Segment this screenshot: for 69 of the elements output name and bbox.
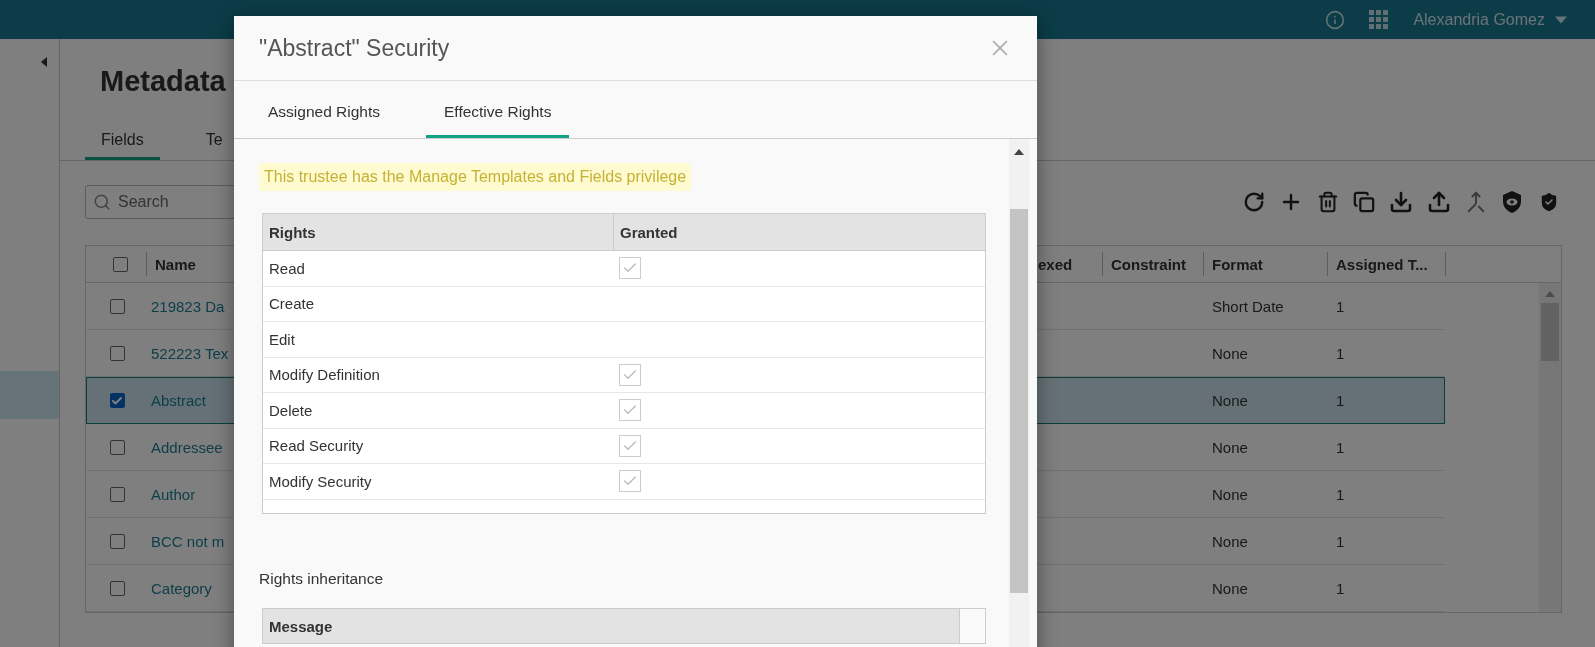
format-cell-text: Short Date: [1211, 298, 1285, 315]
dialog-tab[interactable]: Effective Rights: [426, 103, 570, 138]
count-cell-text: 1: [1335, 345, 1346, 362]
count-cell-text: 1: [1335, 392, 1346, 409]
right-name: Read Security: [268, 437, 365, 455]
caret-icon[interactable]: [1555, 13, 1567, 26]
scrollbar[interactable]: [1009, 139, 1029, 647]
column-header[interactable]: Format: [1203, 252, 1327, 276]
download-icon[interactable]: [1389, 190, 1413, 214]
count-cell-text: 1: [1335, 298, 1346, 315]
checkmark-icon: [111, 394, 123, 407]
checkbox[interactable]: [109, 393, 125, 408]
format-cell-text: None: [1211, 392, 1249, 409]
delete-icon[interactable]: [1317, 191, 1339, 213]
field-name-link[interactable]: Addressee: [147, 439, 223, 456]
merge-icon[interactable]: [1465, 191, 1487, 213]
count-cell-text: 1: [1335, 439, 1346, 456]
page-title: Metadata: [100, 64, 226, 99]
checkbox[interactable]: [109, 346, 125, 361]
field-name-link[interactable]: 219823 Da: [147, 298, 225, 315]
checkbox[interactable]: [112, 256, 128, 272]
format-cell-text: None: [1211, 533, 1249, 550]
column-header[interactable]: Assigned T...: [1327, 252, 1445, 276]
checkbox[interactable]: [109, 440, 125, 455]
page-tab[interactable]: Fields: [85, 123, 160, 160]
copy-icon[interactable]: [1353, 191, 1375, 213]
checkbox[interactable]: [109, 299, 125, 314]
scroll-up-icon[interactable]: [1014, 147, 1024, 157]
dialog-tab[interactable]: Assigned Rights: [250, 103, 398, 138]
apps-grid-icon[interactable]: [1369, 9, 1390, 30]
field-name-link[interactable]: BCC not m: [147, 533, 225, 550]
column-header: Rights: [268, 222, 317, 243]
info-icon[interactable]: [1325, 9, 1346, 30]
format-cell-text: None: [1211, 486, 1249, 503]
refresh-icon[interactable]: [1243, 191, 1265, 213]
right-name: Edit: [268, 330, 296, 348]
collapse-icon[interactable]: [39, 57, 49, 67]
format-cell-text: None: [1211, 345, 1249, 362]
scrollbar-thumb[interactable]: [1010, 209, 1028, 593]
right-name: Modify Security: [268, 472, 373, 490]
privilege-notice: This trustee has the Manage Templates and Fields privilege: [259, 163, 692, 191]
count-cell-text: 1: [1335, 533, 1346, 550]
column-header[interactable]: exed: [1036, 252, 1102, 276]
count-cell-text: 1: [1335, 580, 1346, 597]
right-name: Modify Definition: [268, 366, 381, 384]
right-name: Create: [268, 295, 316, 313]
column-header: Message: [268, 616, 334, 637]
checkbox[interactable]: [109, 487, 125, 502]
right-name: Delete: [268, 401, 314, 419]
field-name-link[interactable]: Abstract: [147, 392, 207, 409]
right-name: Read: [268, 259, 306, 277]
section-label: Rights inheritance: [259, 570, 384, 588]
user-menu[interactable]: Alexandria Gomez: [1413, 10, 1567, 29]
format-cell-text: None: [1211, 439, 1249, 456]
scrollbar[interactable]: [1539, 283, 1561, 612]
upload-icon[interactable]: [1427, 190, 1451, 214]
column-header[interactable]: Constraint: [1102, 252, 1203, 276]
field-name-link[interactable]: Author: [147, 486, 196, 503]
checkbox[interactable]: [109, 534, 125, 549]
format-cell-text: None: [1211, 580, 1249, 597]
field-name-link[interactable]: 522223 Tex: [147, 345, 229, 362]
column-header: Granted: [613, 214, 968, 250]
shield-eye-icon[interactable]: [1501, 190, 1523, 214]
sidebar-highlight: [0, 371, 59, 419]
dialog-title: "Abstract" Security: [259, 34, 450, 62]
search-icon: [93, 193, 111, 211]
count-cell-text: 1: [1335, 486, 1346, 503]
checkbox[interactable]: [109, 581, 125, 596]
field-name-link[interactable]: Category: [147, 580, 212, 597]
